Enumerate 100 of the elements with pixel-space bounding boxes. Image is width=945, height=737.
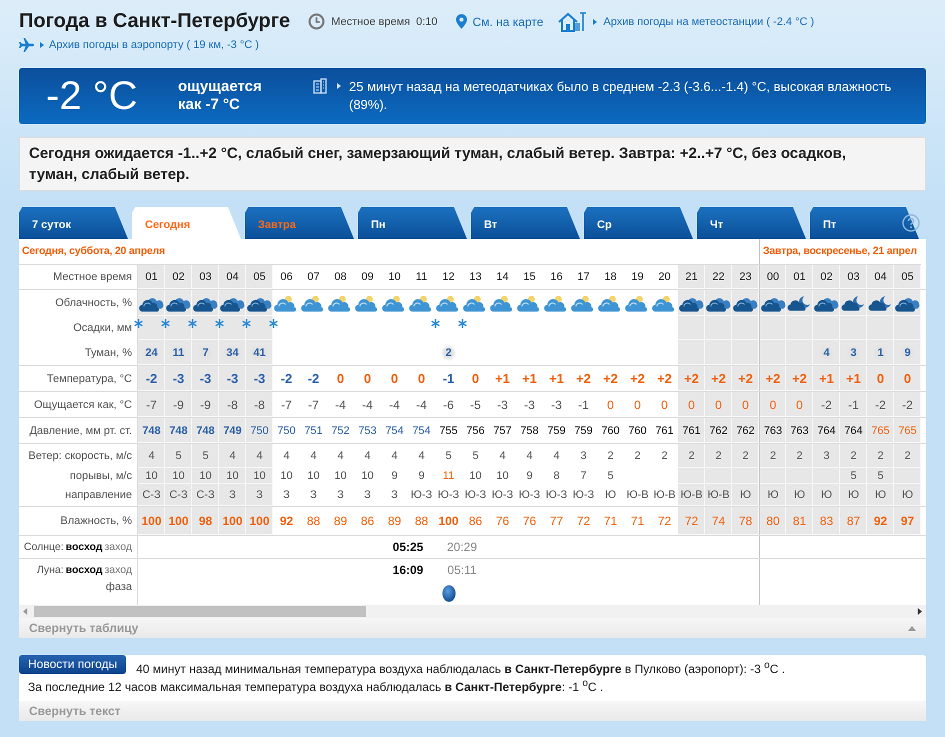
hour-cell: 03 (192, 265, 219, 289)
table-cell: Ю (813, 484, 840, 506)
table-cell: 0 (732, 392, 759, 417)
table-cell-text: 88 (414, 513, 430, 530)
news-item: За последние 12 часов максимальная температура воздуха наблюдалась в Санкт-Петербурге: -1 $^{o}$C . (27, 677, 604, 696)
row-label: Солнце: (24, 541, 64, 553)
hour-cell-text: 08 (333, 270, 348, 285)
fog-value: 41 (249, 344, 270, 360)
table-cell: -7 (138, 392, 165, 417)
moonset-time: 05:11 (446, 562, 478, 579)
table-cell: 74 (705, 507, 732, 535)
hour-cell-text: 19 (630, 270, 645, 285)
table-cell-text: З (363, 488, 372, 503)
table-cell-text: 2 (660, 449, 669, 464)
table-cell-text: 3 (579, 449, 588, 464)
day-tab[interactable]: 7 суток (19, 207, 128, 239)
table-cell: Ю (867, 484, 894, 506)
collapse-arrow-icon[interactable] (908, 626, 916, 630)
table-cell-text: +1 (494, 370, 511, 388)
day-tab[interactable]: Пн (358, 207, 467, 239)
fog-value: 1 (873, 344, 888, 360)
table-cell: С-З (192, 484, 219, 506)
map-link[interactable]: См. на карте (472, 14, 544, 28)
collapse-table-link[interactable]: Свернуть таблицу (29, 621, 138, 635)
day-tab[interactable]: Сегодня (132, 207, 241, 239)
table-cell-text: 754 (384, 424, 405, 438)
table-cell-text: 0 (416, 370, 426, 388)
table-cell: 0 (759, 392, 786, 417)
table-cell: 4 (246, 444, 273, 468)
table-cell: 762 (732, 418, 759, 443)
collapse-text-link[interactable]: Свернуть текст (29, 704, 120, 718)
fog-value: 24 (141, 344, 162, 360)
table-cell: -9 (192, 392, 219, 417)
table-cell: 2 (786, 444, 813, 468)
table-cell-text: +2 (575, 370, 592, 388)
table-cell: 4 (219, 444, 246, 468)
table-cell-text: 10 (333, 469, 348, 484)
sensor-report: 25 минут назад на метеодатчиках было в среднем -2.3 (-3.6...-1.4) °C, высокая влажность (89%). (349, 78, 892, 114)
table-cell-text: +2 (602, 370, 619, 388)
table-cell-text: 752 (330, 424, 351, 438)
table-cell: 10 (219, 468, 246, 484)
table-cell: 10 (192, 468, 219, 484)
table-cell-text: 4 (525, 449, 534, 464)
table-cell-text: 751 (303, 424, 324, 438)
scroll-left-icon[interactable] (23, 608, 28, 615)
sunrise-label: восход (66, 541, 102, 553)
table-cell-text: З (390, 488, 399, 503)
table-cell-text: 7 (579, 469, 588, 484)
table-cell: 100 (219, 507, 246, 535)
table-cell: Ю (759, 484, 786, 506)
day-tab[interactable]: Чт (697, 207, 806, 239)
table-cell-text: 89 (386, 513, 402, 530)
day-tab[interactable]: Вт (471, 207, 580, 239)
hour-cell-text: 17 (576, 270, 591, 285)
table-cell-text: 4 (552, 449, 561, 464)
station-archive-link[interactable]: Архив погоды на метеостанции ( -2.4 °C ) (603, 16, 814, 28)
table-cell-text: 0 (660, 396, 669, 414)
table-cell-text: З (309, 488, 318, 503)
page-title: Погода в Санкт-Петербурге (19, 10, 290, 33)
day-tab[interactable]: Завтра (245, 207, 354, 239)
table-cell-text: -4 (415, 396, 428, 414)
caret-icon (337, 83, 341, 89)
airport-archive-link[interactable]: Архив погоды в аэропорту ( 19 км, -3 °C ) (49, 39, 259, 51)
table-cell-text: Ю-З (436, 488, 460, 503)
table-cell-text: -1 (442, 370, 456, 388)
fog-value: 34 (222, 344, 243, 360)
table-cell: 80 (759, 507, 786, 535)
table-cell: 100 (246, 507, 273, 535)
scroll-right-icon[interactable] (917, 608, 922, 615)
table-cell-text: 756 (465, 424, 486, 438)
help-icon[interactable] (902, 214, 920, 232)
table-cell (732, 468, 759, 484)
table-cell-text: 0 (470, 370, 480, 388)
table-cell-text: -2 (280, 370, 294, 388)
table-cell-text: 2 (633, 449, 642, 464)
feels-like: ощущается как -7 °C (178, 78, 263, 114)
table-cell: -2 (813, 392, 840, 417)
sunrise-time: 05:25 (392, 539, 424, 556)
table-cell-text: 4 (363, 449, 372, 464)
table-cell-text: 10 (468, 469, 483, 484)
table-cell: 100 (138, 507, 165, 535)
table-cell-text: 2 (606, 449, 615, 464)
table-cell: -2 (867, 392, 894, 417)
table-cell: 0 (786, 392, 813, 417)
scrollbar-thumb[interactable] (34, 606, 366, 617)
table-cell-text: 77 (548, 513, 564, 530)
table-cell-text: 10 (279, 469, 294, 484)
table-cell-text: 8 (552, 469, 561, 484)
table-cell-text: 71 (602, 513, 618, 530)
table-cell-text: 71 (630, 513, 646, 530)
table-cell: 10 (246, 468, 273, 484)
fog-value: 9 (900, 344, 915, 360)
day-tab[interactable]: Ср (584, 207, 693, 239)
fog-value: 2 (441, 344, 456, 360)
table-cell: 3 (813, 444, 840, 468)
hour-cell-text: 20 (657, 270, 672, 285)
day-tab[interactable]: Пт (810, 207, 919, 239)
fog-value: 7 (198, 344, 213, 360)
fog-value: 3 (846, 344, 861, 360)
table-cell: -8 (246, 392, 273, 417)
